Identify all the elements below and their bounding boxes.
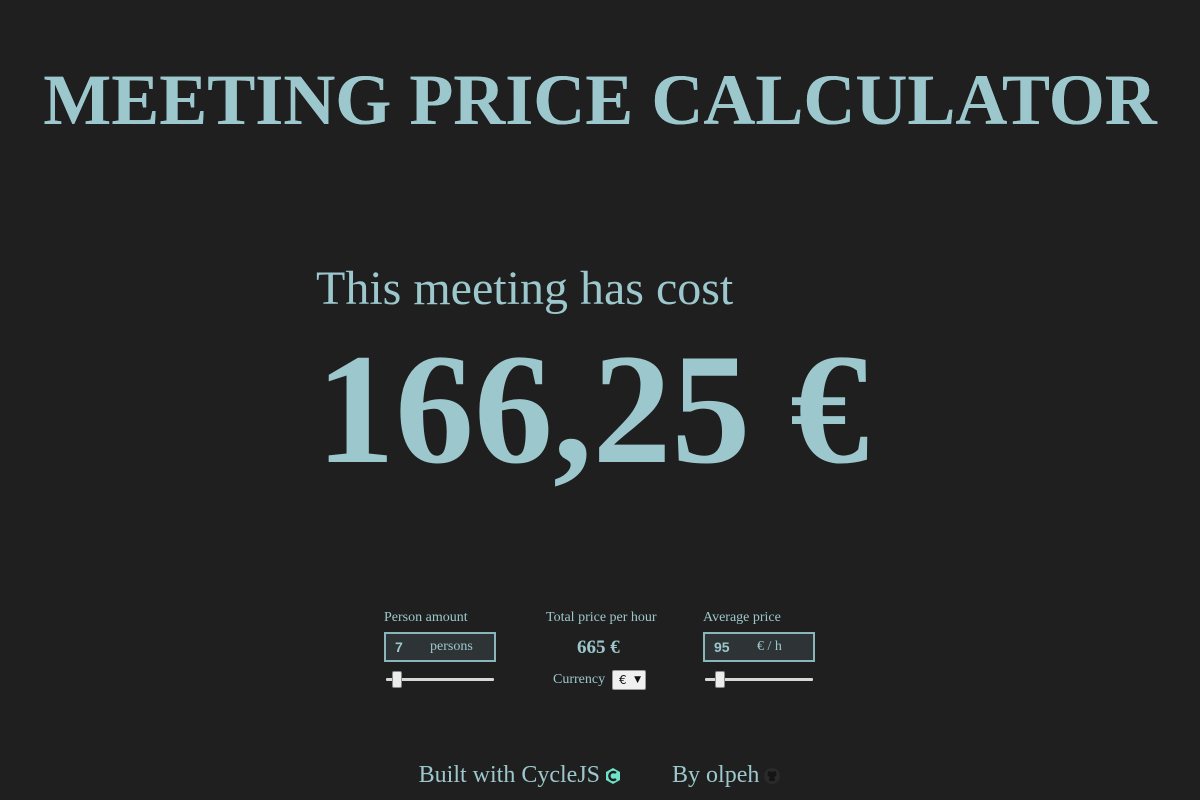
dropdown-arrow-icon: ▼ bbox=[634, 675, 641, 685]
by-author-text: By olpeh bbox=[672, 762, 760, 788]
slider-thumb[interactable] bbox=[715, 671, 725, 688]
built-with-text: Built with CycleJS bbox=[418, 762, 601, 788]
currency-label: Currency bbox=[553, 672, 606, 687]
cyclejs-logo-icon bbox=[604, 761, 622, 795]
controls-panel: Person amount 7 persons Total price per … bbox=[0, 608, 1200, 698]
currency-select[interactable]: € ▼ bbox=[612, 670, 646, 690]
person-amount-input[interactable]: 7 persons bbox=[384, 632, 496, 662]
average-price-input[interactable]: 95 € / h bbox=[703, 632, 815, 662]
average-price-label: Average price bbox=[703, 610, 781, 625]
cyclejs-link[interactable]: Built with CycleJS bbox=[419, 762, 622, 788]
footer: Built with CycleJS By olpeh bbox=[0, 758, 1200, 795]
currency-selected-value: € bbox=[619, 673, 627, 687]
person-amount-label: Person amount bbox=[384, 610, 468, 625]
page-title: MEETING PRICE CALCULATOR bbox=[0, 62, 1200, 138]
github-icon bbox=[763, 761, 781, 795]
cost-label: This meeting has cost bbox=[316, 262, 734, 315]
author-link[interactable]: By olpeh bbox=[672, 762, 781, 788]
total-price-value: 665 € bbox=[577, 637, 620, 658]
average-price-unit: € / h bbox=[757, 639, 782, 654]
person-amount-slider[interactable] bbox=[386, 670, 494, 688]
total-price-label: Total price per hour bbox=[546, 610, 657, 625]
average-price-value: 95 bbox=[714, 639, 730, 655]
average-price-slider[interactable] bbox=[705, 670, 813, 688]
person-amount-unit: persons bbox=[430, 639, 473, 654]
slider-thumb[interactable] bbox=[392, 671, 402, 688]
cost-value: 166,25 € bbox=[316, 322, 869, 497]
person-amount-value: 7 bbox=[395, 639, 403, 655]
slider-track bbox=[386, 678, 494, 681]
